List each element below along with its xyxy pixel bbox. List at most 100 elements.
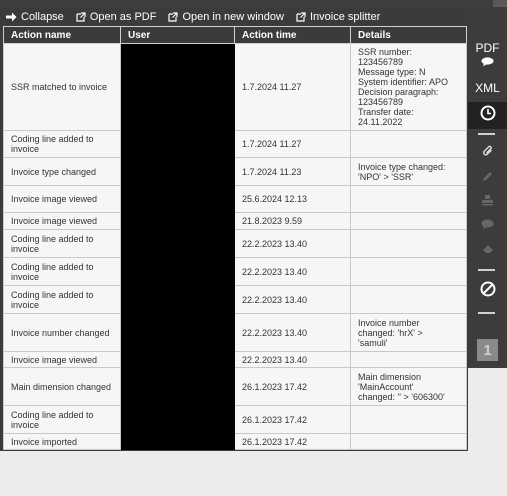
- details-line: System identifier: APO: [358, 77, 449, 87]
- table-row[interactable]: Main dimension changed 26.1.2023 17.42 Mai…: [3, 367, 467, 406]
- action-name-cell: Coding line added to invoice: [3, 130, 121, 158]
- details-cell: [350, 285, 467, 314]
- action-time-cell: 1.7.2024 11.27: [234, 43, 351, 131]
- user-cell-redacted: [120, 351, 235, 368]
- collapse-button[interactable]: Collapse: [6, 11, 64, 23]
- table-row[interactable]: Invoice image viewed 22.2.2023 13.40: [3, 351, 467, 368]
- details-line: changed: '' > '606300': [358, 391, 445, 402]
- action-time-cell: 22.2.2023 13.40: [234, 229, 351, 258]
- history-table: Action name User Action time Details SSR…: [3, 26, 467, 450]
- xml-label: XML: [475, 81, 500, 95]
- user-cell-redacted: [120, 185, 235, 213]
- action-time-cell: 26.1.2023 17.42: [234, 367, 351, 406]
- details-cell: [350, 405, 467, 434]
- eraser-button[interactable]: [468, 242, 507, 258]
- details-cell: SSR number: 123456789 Message type: N Syste…: [350, 43, 467, 131]
- details-cell: Invoice type changed: 'NPO' > 'SSR': [350, 157, 467, 186]
- sidebar-separator: [478, 269, 495, 271]
- history-table-body: SSR matched to invoice 1.7.2024 11.27 SSR …: [3, 43, 467, 450]
- column-header-action-name[interactable]: Action name: [3, 26, 121, 44]
- user-cell-redacted: [120, 313, 235, 352]
- table-row[interactable]: Invoice image viewed 25.6.2024 12.13: [3, 185, 467, 213]
- top-bar: [0, 0, 507, 7]
- details-line: changed: 'hrX' >: [358, 327, 423, 338]
- action-name-cell: SSR matched to invoice: [3, 43, 121, 131]
- action-time-cell: 26.1.2023 17.42: [234, 405, 351, 434]
- table-row[interactable]: Invoice image viewed 21.8.2023 9.59: [3, 212, 467, 230]
- action-time-cell: 22.2.2023 13.40: [234, 257, 351, 286]
- details-line: 123456789: [358, 57, 404, 67]
- details-cell: [350, 229, 467, 258]
- table-row[interactable]: Coding line added to invoice 22.2.2023 13…: [3, 229, 467, 258]
- paperclip-icon: [482, 144, 494, 162]
- user-cell-redacted: [120, 405, 235, 434]
- details-line: 123456789: [358, 97, 404, 107]
- attach-button[interactable]: [468, 145, 507, 161]
- sidebar-separator: [478, 312, 495, 314]
- details-line: Decision paragraph:: [358, 87, 439, 97]
- history-toolbar: Collapse Open as PDF Open in new window …: [6, 9, 380, 25]
- details-cell: [350, 130, 467, 158]
- action-name-cell: Invoice type changed: [3, 157, 121, 186]
- user-cell-redacted: [120, 229, 235, 258]
- open-in-new-window-label: Open in new window: [182, 11, 284, 23]
- details-line: 'MainAccount': [358, 381, 414, 392]
- xml-button[interactable]: XML: [468, 79, 507, 97]
- details-line: SSR number:: [358, 47, 413, 57]
- action-name-cell: Coding line added to invoice: [3, 257, 121, 286]
- details-line: Invoice type changed:: [358, 161, 446, 172]
- table-row[interactable]: Coding line added to invoice 26.1.2023 17…: [3, 405, 467, 434]
- action-name-cell: Invoice imported: [3, 433, 121, 450]
- open-as-pdf-button[interactable]: Open as PDF: [76, 11, 156, 23]
- table-row[interactable]: SSR matched to invoice 1.7.2024 11.27 SSR …: [3, 43, 467, 131]
- details-cell: [350, 185, 467, 213]
- details-cell: Invoice number changed: 'hrX' >'samuli': [350, 313, 467, 352]
- action-time-cell: 26.1.2023 17.42: [234, 433, 351, 450]
- comment-icon: [481, 54, 494, 72]
- action-time-cell: 22.2.2023 13.40: [234, 351, 351, 368]
- details-line: Transfer date:: [358, 107, 414, 117]
- action-time-cell: 25.6.2024 12.13: [234, 185, 351, 213]
- action-time-cell: 22.2.2023 13.40: [234, 285, 351, 314]
- details-cell: Main dimension 'MainAccount' changed: '' >…: [350, 367, 467, 406]
- invoice-splitter-button[interactable]: Invoice splitter: [296, 11, 380, 23]
- user-cell-redacted: [120, 212, 235, 230]
- action-time-cell: 21.8.2023 9.59: [234, 212, 351, 230]
- block-button[interactable]: [468, 281, 507, 301]
- pdf-comment-button[interactable]: PDF: [468, 42, 507, 72]
- history-button[interactable]: [468, 102, 507, 129]
- table-row[interactable]: Invoice imported 26.1.2023 17.42: [3, 433, 467, 450]
- pencil-button[interactable]: [468, 170, 507, 186]
- details-cell: [350, 433, 467, 450]
- action-time-cell: 1.7.2024 11.23: [234, 157, 351, 186]
- details-cell: [350, 351, 467, 368]
- action-name-cell: Main dimension changed: [3, 367, 121, 406]
- comment-button[interactable]: [468, 218, 507, 234]
- user-cell-redacted: [120, 433, 235, 450]
- eraser-icon: [482, 241, 494, 259]
- details-line: Main dimension: [358, 371, 422, 382]
- action-name-cell: Coding line added to invoice: [3, 405, 121, 434]
- block-icon: [480, 281, 496, 302]
- details-line: Invoice number: [358, 317, 420, 328]
- clock-icon: [480, 105, 496, 126]
- open-in-new-window-button[interactable]: Open in new window: [168, 11, 284, 23]
- table-row[interactable]: Invoice type changed 1.7.2024 11.23 Invoic…: [3, 157, 467, 186]
- invoice-splitter-label: Invoice splitter: [309, 11, 381, 23]
- stamp-icon: [481, 193, 494, 211]
- table-row[interactable]: Invoice number changed 22.2.2023 13.40 Inv…: [3, 313, 467, 352]
- column-header-user[interactable]: User: [120, 26, 235, 44]
- column-header-action-time[interactable]: Action time: [234, 26, 351, 44]
- action-name-cell: Invoice image viewed: [3, 185, 121, 213]
- table-row[interactable]: Coding line added to invoice 1.7.2024 11.…: [3, 130, 467, 158]
- details-line: 24.11.2022: [358, 117, 403, 127]
- stamp-button[interactable]: [468, 194, 507, 210]
- page-number-badge[interactable]: 1: [477, 339, 498, 361]
- column-header-details[interactable]: Details: [350, 26, 467, 44]
- table-header-row: Action name User Action time Details: [3, 26, 467, 44]
- external-link-icon: [168, 12, 179, 22]
- arrow-right-icon: [6, 12, 17, 22]
- table-row[interactable]: Coding line added to invoice 22.2.2023 13…: [3, 257, 467, 286]
- external-link-icon: [296, 12, 306, 22]
- table-row[interactable]: Coding line added to invoice 22.2.2023 13…: [3, 285, 467, 314]
